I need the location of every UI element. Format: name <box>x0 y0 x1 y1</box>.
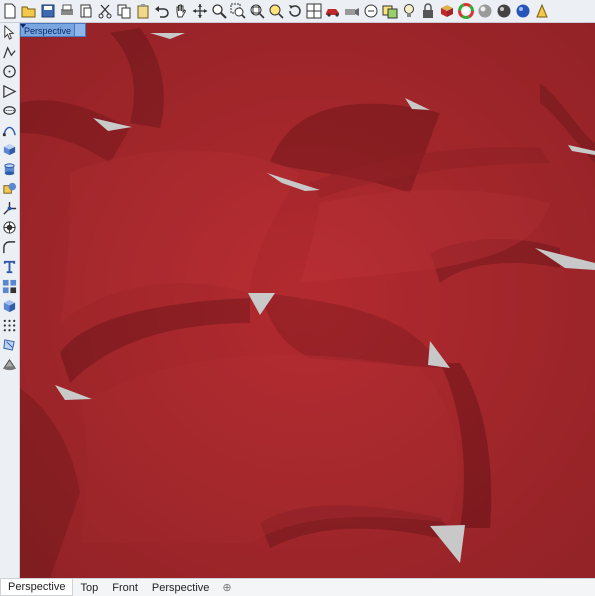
select-arrow-icon[interactable] <box>0 23 18 43</box>
render-cone-icon[interactable] <box>533 2 551 20</box>
zoom-extents-icon[interactable] <box>248 2 266 20</box>
car-icon[interactable] <box>324 2 342 20</box>
ellipse-icon[interactable] <box>0 101 18 121</box>
paste-icon[interactable] <box>134 2 152 20</box>
arc-icon[interactable] <box>0 82 18 102</box>
material-icon[interactable] <box>438 2 456 20</box>
left-toolbar <box>0 23 20 580</box>
select-icon[interactable] <box>362 2 380 20</box>
cut-icon[interactable] <box>96 2 114 20</box>
camera-icon[interactable] <box>343 2 361 20</box>
import-icon[interactable] <box>77 2 95 20</box>
copy-icon[interactable] <box>115 2 133 20</box>
new-file-icon[interactable] <box>1 2 19 20</box>
viewport-tab-bar: Perspective Top Front Perspective ⊕ <box>0 578 595 596</box>
boolean-icon[interactable] <box>0 179 18 199</box>
tab-perspective[interactable]: Perspective <box>0 579 74 596</box>
cylinder-icon[interactable] <box>0 160 18 180</box>
zoom-icon[interactable] <box>210 2 228 20</box>
mesh-icon[interactable] <box>0 218 18 238</box>
add-tab-icon[interactable]: ⊕ <box>216 581 237 594</box>
viewport-menu-arrow-icon[interactable] <box>20 23 87 37</box>
text-icon[interactable] <box>0 257 18 277</box>
four-viewports-icon[interactable] <box>305 2 323 20</box>
light-bulb-icon[interactable] <box>400 2 418 20</box>
zoom-selected-icon[interactable] <box>267 2 285 20</box>
lock-icon[interactable] <box>419 2 437 20</box>
viewport-title-tab[interactable]: Perspective <box>20 23 87 37</box>
color-wheel-icon[interactable] <box>457 2 475 20</box>
cone-icon[interactable] <box>0 355 18 375</box>
block-icon[interactable] <box>0 296 18 316</box>
perspective-viewport[interactable]: Perspective <box>20 23 595 578</box>
tab-top[interactable]: Top <box>73 580 105 596</box>
print-icon[interactable] <box>58 2 76 20</box>
woven-surface-render <box>20 23 595 578</box>
rendered-sphere-icon[interactable] <box>495 2 513 20</box>
rotate-view-icon[interactable] <box>286 2 304 20</box>
array-icon[interactable] <box>0 277 18 297</box>
tab-perspective-2[interactable]: Perspective <box>145 580 216 596</box>
move-icon[interactable] <box>191 2 209 20</box>
fillet-icon[interactable] <box>0 238 18 258</box>
solid-box-icon[interactable] <box>0 140 18 160</box>
polyline-icon[interactable] <box>0 43 18 63</box>
tab-front[interactable]: Front <box>105 580 145 596</box>
curve-edit-icon[interactable] <box>0 121 18 141</box>
grid-snap-icon[interactable] <box>0 316 18 336</box>
circle-icon[interactable] <box>0 62 18 82</box>
analyze-icon[interactable] <box>0 335 18 355</box>
shaded-sphere-icon[interactable] <box>476 2 494 20</box>
zoom-window-icon[interactable] <box>229 2 247 20</box>
undo-icon[interactable] <box>153 2 171 20</box>
globe-sphere-icon[interactable] <box>514 2 532 20</box>
pan-hand-icon[interactable] <box>172 2 190 20</box>
main-toolbar <box>0 0 595 23</box>
layer-icon[interactable] <box>381 2 399 20</box>
gumball-icon[interactable] <box>0 199 18 219</box>
save-icon[interactable] <box>39 2 57 20</box>
viewport-title-label[interactable]: Perspective <box>20 23 75 37</box>
open-folder-icon[interactable] <box>20 2 38 20</box>
